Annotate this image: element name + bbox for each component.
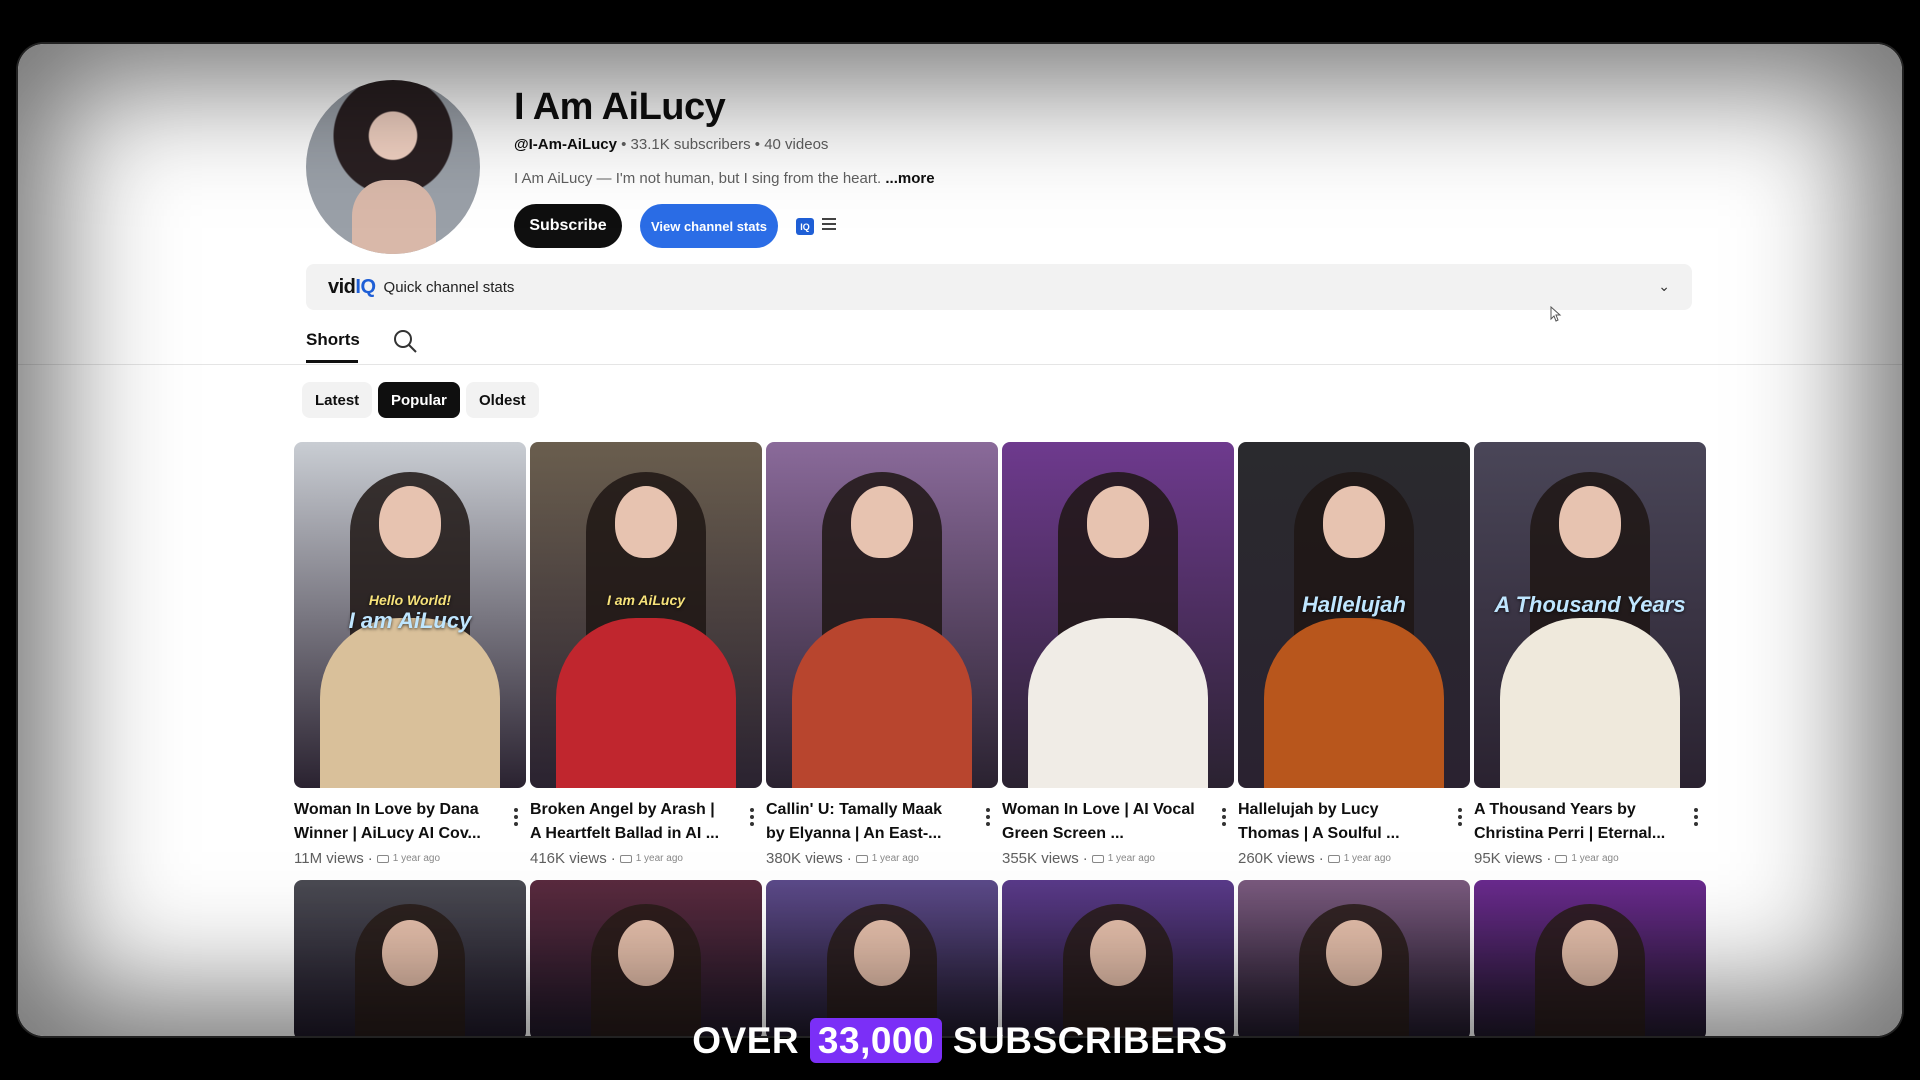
tabs-divider bbox=[18, 364, 1902, 365]
short-card[interactable]: I am AiLucy Broken Angel by Arash | A Hea… bbox=[530, 442, 762, 867]
more-options-icon[interactable] bbox=[514, 808, 518, 826]
short-meta: 11M views · 1 year ago bbox=[294, 850, 441, 867]
short-meta: 380K views · 1 year ago bbox=[766, 850, 919, 867]
short-card[interactable]: Woman In Love | AI Vocal Green Screen ..… bbox=[1002, 442, 1234, 867]
short-thumbnail[interactable]: A Thousand Years bbox=[1474, 442, 1706, 788]
view-count: 380K views bbox=[766, 850, 843, 867]
thumbnail-overlay-text: Hello World! I am AiLucy bbox=[348, 592, 472, 633]
short-thumbnail[interactable] bbox=[1238, 880, 1470, 1036]
short-thumbnail[interactable]: Hello World! I am AiLucy bbox=[294, 442, 526, 788]
chip-popular[interactable]: Popular bbox=[378, 382, 460, 418]
chip-oldest[interactable]: Oldest bbox=[466, 382, 539, 418]
short-thumbnail[interactable] bbox=[1002, 880, 1234, 1036]
short-thumbnail[interactable]: I am AiLucy bbox=[530, 442, 762, 788]
short-meta: 355K views · 1 year ago bbox=[1002, 850, 1155, 867]
short-title[interactable]: Woman In Love by Dana Winner | AiLucy AI… bbox=[294, 798, 490, 846]
vidiq-quick-stats-bar[interactable]: vidIQ Quick channel stats ⌄ bbox=[306, 264, 1692, 310]
short-thumbnail[interactable] bbox=[766, 442, 998, 788]
short-title[interactable]: Callin' U: Tamally Maak by Elyanna | An … bbox=[766, 798, 962, 846]
more-options-icon[interactable] bbox=[1222, 808, 1226, 826]
short-meta: 416K views · 1 year ago bbox=[530, 850, 683, 867]
view-count: 11M views bbox=[294, 850, 364, 867]
shorts-tag-icon bbox=[1091, 854, 1104, 863]
upload-age: 1 year ago bbox=[871, 853, 919, 864]
short-card[interactable]: Hello World! I am AiLucy Woman In Love by … bbox=[294, 442, 526, 867]
channel-meta: @I-Am-AiLucy • 33.1K subscribers • 40 vi… bbox=[514, 136, 828, 153]
short-card[interactable]: Hallelujah Hallelujah by Lucy Thomas | A … bbox=[1238, 442, 1470, 867]
view-channel-stats-button[interactable]: View channel stats bbox=[640, 204, 778, 248]
channel-stats-text: • 33.1K subscribers • 40 videos bbox=[616, 136, 829, 153]
vidiq-icon[interactable]: IQ bbox=[796, 218, 814, 235]
view-count: 95K views bbox=[1474, 850, 1543, 867]
vidiq-logo: vidIQ bbox=[328, 275, 376, 298]
channel-avatar[interactable] bbox=[306, 80, 480, 254]
view-count: 416K views bbox=[530, 850, 607, 867]
menu-icon[interactable] bbox=[822, 218, 836, 232]
thumbnail-overlay-text: I am AiLucy bbox=[606, 592, 686, 608]
short-thumbnail[interactable] bbox=[1002, 442, 1234, 788]
shorts-tag-icon bbox=[376, 854, 389, 863]
caption-highlight: 33,000 bbox=[809, 1018, 943, 1063]
short-meta: 260K views · 1 year ago bbox=[1238, 850, 1391, 867]
tab-shorts[interactable]: Shorts bbox=[306, 330, 360, 350]
chip-latest[interactable]: Latest bbox=[302, 382, 373, 418]
channel-handle[interactable]: @I-Am-AiLucy bbox=[514, 136, 617, 153]
upload-age: 1 year ago bbox=[1107, 853, 1155, 864]
more-options-icon[interactable] bbox=[1694, 808, 1698, 826]
more-options-icon[interactable] bbox=[750, 808, 754, 826]
more-options-icon[interactable] bbox=[986, 808, 990, 826]
short-thumbnail[interactable] bbox=[530, 880, 762, 1036]
short-title[interactable]: Hallelujah by Lucy Thomas | A Soulful ..… bbox=[1238, 798, 1434, 846]
channel-title: I Am AiLucy bbox=[514, 86, 726, 128]
subscribe-button[interactable]: Subscribe bbox=[514, 204, 622, 248]
shorts-tag-icon bbox=[1327, 854, 1340, 863]
thumbnail-overlay-text: A Thousand Years bbox=[1494, 592, 1686, 617]
short-meta: 95K views · 1 year ago bbox=[1474, 850, 1619, 867]
short-thumbnail[interactable] bbox=[1474, 880, 1706, 1036]
short-thumbnail[interactable]: Hallelujah bbox=[1238, 442, 1470, 788]
channel-description[interactable]: I Am AiLucy — I'm not human, but I sing … bbox=[514, 170, 935, 187]
video-caption: OVER 33,000 SUBSCRIBERS bbox=[692, 1018, 1228, 1063]
more-link[interactable]: ...more bbox=[885, 170, 934, 187]
short-thumbnail[interactable] bbox=[294, 880, 526, 1036]
short-card[interactable]: A Thousand Years A Thousand Years by Chri… bbox=[1474, 442, 1706, 867]
mouse-cursor-icon bbox=[1550, 306, 1562, 322]
thumbnail-overlay-text: Hallelujah bbox=[1302, 592, 1406, 617]
upload-age: 1 year ago bbox=[635, 853, 683, 864]
upload-age: 1 year ago bbox=[1571, 853, 1619, 864]
more-options-icon[interactable] bbox=[1458, 808, 1462, 826]
description-text: I Am AiLucy — I'm not human, but I sing … bbox=[514, 170, 886, 187]
short-card[interactable]: Callin' U: Tamally Maak by Elyanna | An … bbox=[766, 442, 998, 867]
chevron-down-icon[interactable]: ⌄ bbox=[1658, 278, 1670, 295]
upload-age: 1 year ago bbox=[1343, 853, 1391, 864]
view-count: 260K views bbox=[1238, 850, 1315, 867]
view-count: 355K views bbox=[1002, 850, 1079, 867]
shorts-tag-icon bbox=[855, 854, 868, 863]
shorts-tag-icon bbox=[619, 854, 632, 863]
short-title[interactable]: Broken Angel by Arash | A Heartfelt Ball… bbox=[530, 798, 726, 846]
vidiq-label: Quick channel stats bbox=[383, 278, 515, 296]
youtube-channel-page: I Am AiLucy @I-Am-AiLucy • 33.1K subscri… bbox=[18, 44, 1902, 1036]
short-thumbnail[interactable] bbox=[766, 880, 998, 1036]
search-icon[interactable] bbox=[392, 328, 418, 354]
tab-active-indicator bbox=[306, 360, 358, 363]
shorts-tag-icon bbox=[1555, 854, 1568, 863]
short-title[interactable]: A Thousand Years by Christina Perri | Et… bbox=[1474, 798, 1670, 846]
upload-age: 1 year ago bbox=[392, 853, 441, 864]
short-title[interactable]: Woman In Love | AI Vocal Green Screen ..… bbox=[1002, 798, 1198, 846]
